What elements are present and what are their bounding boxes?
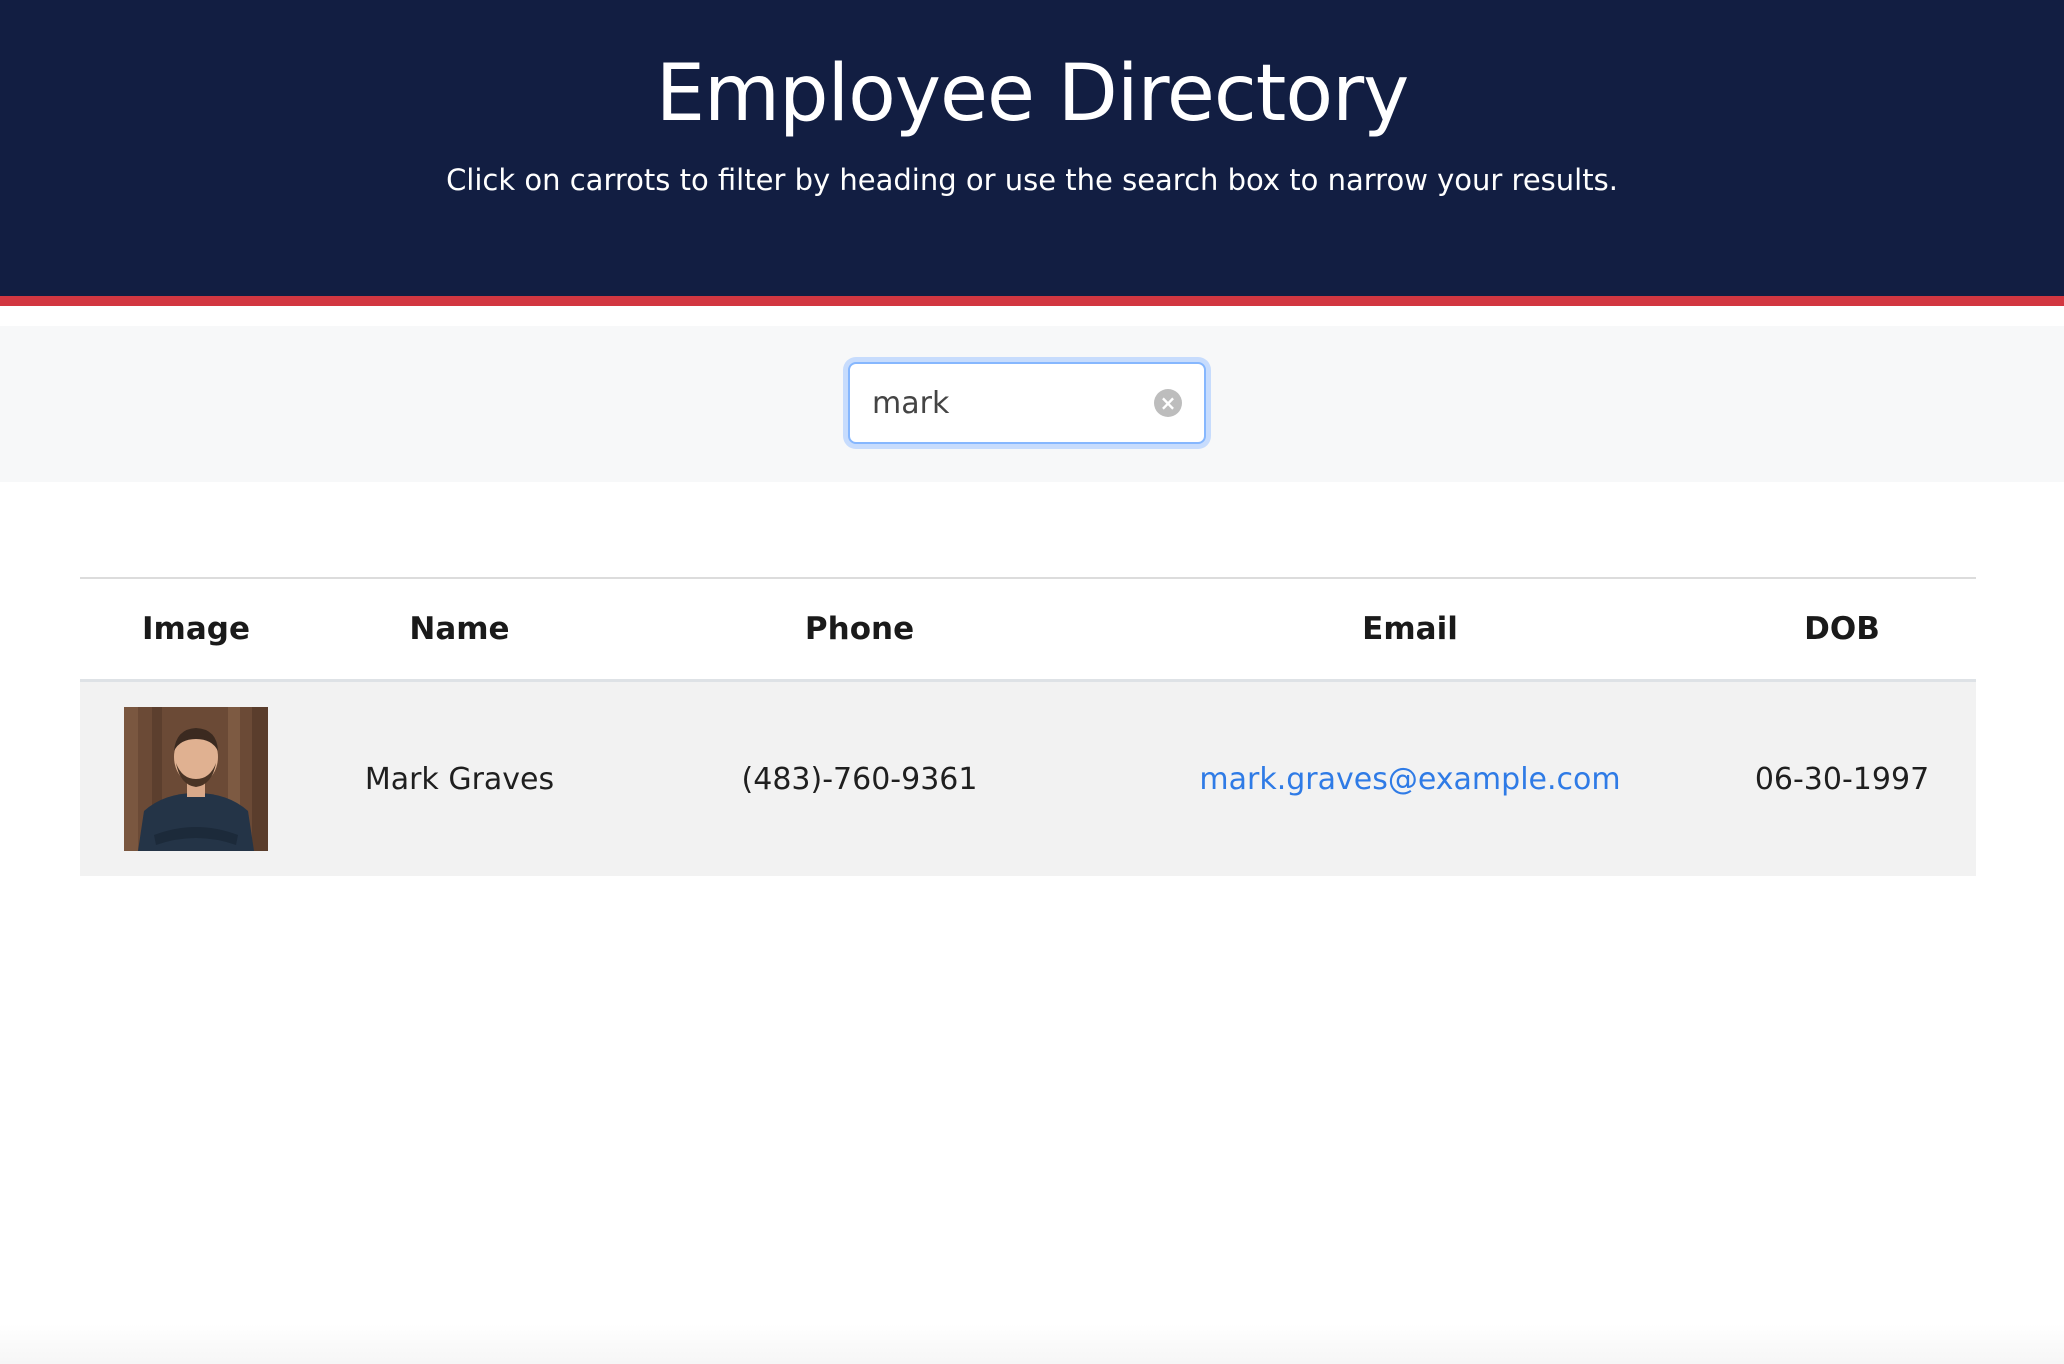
page-subtitle: Click on carrots to filter by heading or… <box>446 163 1618 197</box>
dob-cell: 06-30-1997 <box>1754 761 1930 797</box>
search-box: × <box>848 362 1206 444</box>
column-header-phone[interactable]: Phone <box>607 578 1112 681</box>
table-header: Image Name Phone Email DOB <box>80 578 1976 681</box>
clear-icon[interactable]: × <box>1154 389 1182 417</box>
page-header: Employee Directory Click on carrots to f… <box>0 0 2064 306</box>
email-link[interactable]: mark.graves@example.com <box>1199 762 1620 797</box>
phone-cell: (483)-760-9361 <box>741 761 978 797</box>
employee-table: Image Name Phone Email DOB Mark Graves (… <box>80 577 1976 876</box>
employee-photo <box>124 707 268 851</box>
table-row: Mark Graves (483)-760-9361 mark.graves@e… <box>80 680 1976 877</box>
search-bar: × <box>0 326 2064 482</box>
column-header-dob[interactable]: DOB <box>1708 578 1976 681</box>
image-cell <box>80 681 312 877</box>
bottom-shadow <box>0 1324 2064 1364</box>
page-title: Employee Directory <box>655 49 1410 139</box>
column-header-email[interactable]: Email <box>1112 578 1708 681</box>
column-header-name[interactable]: Name <box>312 578 607 681</box>
employee-table-container: Image Name Phone Email DOB Mark Graves (… <box>80 577 1976 876</box>
email-cell: mark.graves@example.com <box>1112 681 1708 877</box>
column-header-image[interactable]: Image <box>80 578 312 681</box>
name-cell: Mark Graves <box>364 761 555 797</box>
search-input[interactable] <box>872 376 1142 430</box>
